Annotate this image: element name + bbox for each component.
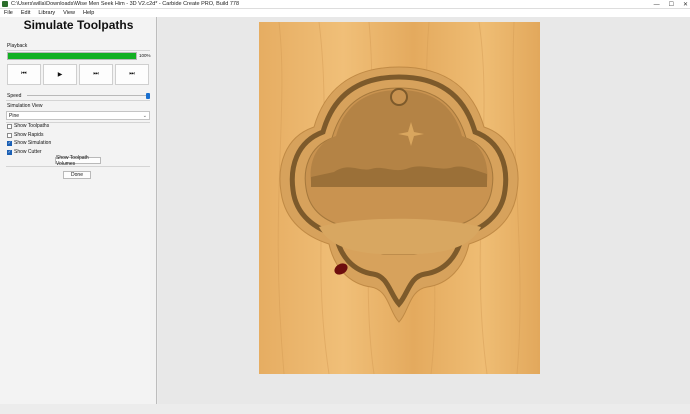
show-toolpath-volumes-button[interactable]: Show Toolpath Volumes bbox=[55, 155, 101, 167]
rewind-button[interactable]: ⏮ bbox=[7, 64, 41, 85]
show-simulation-checkbox[interactable]: ✓ Show Simulation bbox=[7, 140, 51, 146]
panel-title: Simulate Toolpaths bbox=[23, 18, 134, 32]
play-button[interactable]: ▶ bbox=[43, 64, 77, 85]
progress-fill bbox=[8, 53, 136, 59]
menu-help[interactable]: Help bbox=[83, 10, 94, 16]
window-title: C:\Users\willa\Downloads\Wise Men Seek H… bbox=[11, 1, 240, 7]
progress-percent: 100% bbox=[139, 53, 151, 58]
divider bbox=[6, 50, 150, 51]
playback-label: Playback bbox=[7, 43, 28, 49]
checkbox-box[interactable]: ✓ bbox=[7, 149, 12, 155]
speed-slider[interactable] bbox=[27, 93, 150, 99]
menu-library[interactable]: Library bbox=[38, 10, 55, 16]
app-window: C:\Users\willa\Downloads\Wise Men Seek H… bbox=[0, 0, 690, 414]
menu-file[interactable]: File bbox=[4, 10, 13, 16]
checkbox-label: Show Cutter bbox=[14, 149, 42, 155]
app-logo-icon bbox=[2, 1, 8, 7]
show-rapids-checkbox[interactable]: Show Rapids bbox=[7, 132, 43, 138]
simulation-view-label: Simulation View bbox=[7, 103, 43, 109]
chevron-down-icon: ⌄ bbox=[142, 112, 147, 119]
title-bar: C:\Users\willa\Downloads\Wise Men Seek H… bbox=[0, 0, 690, 9]
slider-thumb[interactable] bbox=[146, 93, 150, 99]
select-value: Pine bbox=[9, 112, 20, 119]
step-forward-icon: ⏭ bbox=[93, 71, 99, 77]
checkbox-box[interactable]: ✓ bbox=[7, 140, 12, 146]
simulation-canvas[interactable] bbox=[158, 17, 690, 404]
maximize-button[interactable]: ☐ bbox=[669, 1, 674, 8]
status-strip bbox=[0, 404, 690, 414]
checkbox-box[interactable] bbox=[7, 132, 12, 138]
show-toolpaths-checkbox[interactable]: Show Toolpaths bbox=[7, 123, 49, 129]
checkbox-label: Show Simulation bbox=[14, 140, 52, 146]
skip-to-end-button[interactable]: ⏭ bbox=[115, 64, 149, 85]
menu-edit[interactable]: Edit bbox=[21, 10, 30, 16]
slider-track bbox=[27, 95, 147, 96]
divider bbox=[6, 166, 150, 167]
skip-to-end-icon: ⏭ bbox=[129, 71, 135, 77]
minimize-button[interactable]: — bbox=[654, 2, 660, 8]
speed-label: Speed bbox=[7, 93, 22, 99]
wood-board-preview bbox=[259, 22, 540, 374]
play-icon: ▶ bbox=[57, 72, 63, 78]
step-forward-button[interactable]: ⏭ bbox=[79, 64, 113, 85]
playback-progress-bar[interactable] bbox=[7, 52, 137, 60]
checkbox-label: Show Rapids bbox=[14, 132, 44, 138]
simulate-panel: Simulate Toolpaths Playback 100% ⏮ ▶ ⏭ ⏭… bbox=[0, 17, 157, 404]
show-cutter-checkbox[interactable]: ✓ Show Cutter bbox=[7, 149, 42, 155]
divider bbox=[6, 100, 150, 101]
close-button[interactable]: ✕ bbox=[683, 1, 688, 8]
menu-bar: File Edit Library View Help bbox=[0, 9, 690, 17]
checkbox-box[interactable] bbox=[7, 123, 12, 129]
simulation-view-select[interactable]: Pine ⌄ bbox=[6, 111, 150, 120]
done-button[interactable]: Done bbox=[63, 171, 91, 179]
hanger-hole bbox=[390, 88, 408, 106]
checkbox-label: Show Toolpaths bbox=[14, 123, 50, 129]
menu-view[interactable]: View bbox=[63, 10, 75, 16]
rewind-icon: ⏮ bbox=[21, 71, 27, 77]
